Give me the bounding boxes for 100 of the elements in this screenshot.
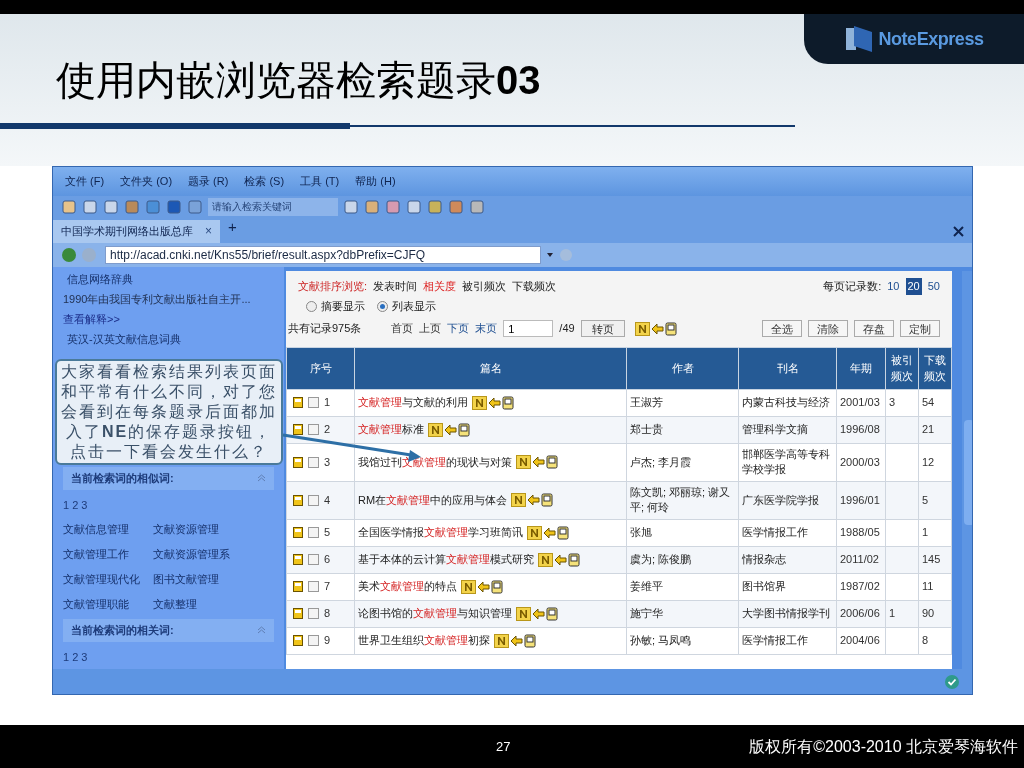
row-number: 6 [324,552,331,568]
pager-link[interactable]: 末页 [475,320,498,337]
arrow-left-icon[interactable] [532,607,545,620]
menu-item[interactable]: 工具 (T) [300,173,340,190]
term-link[interactable]: 文献资源管理系 [153,541,274,567]
ne-icon[interactable] [634,321,650,336]
dictionary-link[interactable]: 信息网络辞典 [63,268,274,289]
save-icon[interactable] [524,633,536,648]
arrow-left-icon[interactable] [650,322,664,335]
action-button[interactable]: 存盘 [854,320,894,338]
save-icon[interactable] [664,321,677,336]
column-header[interactable]: 下载频次 [918,347,952,390]
term-link[interactable]: 文献管理职能 [63,591,153,617]
row-checkbox[interactable] [308,554,319,566]
radio-button[interactable] [306,301,317,313]
section-header[interactable]: 当前检索词的相似词: [63,466,274,490]
pager-link[interactable]: 下页 [447,320,470,337]
search-field[interactable]: 请输入检索关键词 [208,197,338,216]
column-header[interactable]: 序号 [286,347,355,390]
close-icon[interactable] [953,225,964,237]
save-icon[interactable] [546,606,558,621]
action-button[interactable]: 定制 [900,320,940,338]
menu-item[interactable]: 文件 (F) [65,173,105,190]
ne-icon[interactable] [494,633,509,648]
arrow-left-icon[interactable] [527,494,541,507]
per-page-option[interactable]: 50 [927,278,940,295]
term-link[interactable]: 图书文献管理 [153,566,274,592]
logo-text: NoteExpress [878,27,984,51]
row-number: 7 [324,579,331,595]
ne-icon[interactable] [538,552,553,567]
ne-icon[interactable] [511,493,527,508]
save-icon[interactable] [568,552,580,567]
issue-cell: 2011/02 [840,553,879,566]
title-link[interactable]: 文献管理标准 [358,421,424,438]
sort-option[interactable]: 被引频次 [462,278,507,295]
menu-item[interactable]: 检索 (S) [244,173,285,190]
arrow-left-icon[interactable] [543,526,556,539]
save-icon[interactable] [541,493,554,508]
save-icon[interactable] [546,455,558,470]
scrollbar[interactable] [962,270,972,670]
per-page-option[interactable]: 10 [887,278,900,295]
column-header[interactable]: 作者 [626,347,739,390]
close-tab-button[interactable]: × [205,222,212,241]
arrow-left-icon[interactable] [554,553,567,566]
new-tab-button[interactable]: + [228,216,237,239]
sort-option[interactable]: 发表时间 [373,278,418,295]
action-button[interactable]: 全选 [762,320,802,338]
menu-item[interactable]: 文件夹 (O) [120,173,173,190]
ne-icon[interactable] [516,606,531,621]
ne-icon[interactable] [527,525,542,540]
column-header[interactable]: 年期 [836,347,886,390]
page-links[interactable]: 1 2 3 [63,644,274,669]
page-links[interactable]: 1 2 3 [63,492,274,517]
radio-button[interactable] [377,301,388,313]
menu-item[interactable]: 帮助 (H) [355,173,396,190]
arrow-left-icon[interactable] [510,634,523,647]
term-link[interactable]: 文献整理 [153,591,274,617]
address-field[interactable]: http://acad.cnki.net/Kns55/brief/result.aspx?dbPrefix=CJFQ [105,245,541,264]
row-checkbox[interactable] [308,581,319,593]
term-link[interactable]: 文献信息管理 [63,516,153,542]
row-checkbox[interactable] [308,608,319,620]
browser-tab[interactable]: 中国学术期刊网络出版总库 × [53,219,220,243]
row-number: 1 [324,395,331,411]
column-header[interactable]: 被引频次 [885,347,919,390]
download-count: 12 [922,455,935,468]
term-link[interactable]: 文献管理现代化 [63,566,153,592]
row-checkbox[interactable] [308,494,319,506]
arrow-left-icon[interactable] [477,580,490,593]
row-checkbox[interactable] [308,635,319,647]
arrow-left-icon[interactable] [444,423,457,436]
ne-icon[interactable] [472,395,487,410]
row-checkbox[interactable] [308,527,319,539]
action-button[interactable]: 清除 [808,320,848,338]
dictionary-link[interactable]: 英汉-汉英文献信息词典 [63,328,274,349]
column-header[interactable]: 刊名 [738,347,837,390]
issue-cell: 1996/08 [840,423,880,436]
per-page-option[interactable]: 20 [905,278,922,295]
save-icon[interactable] [458,422,470,437]
row-checkbox[interactable] [308,397,319,409]
row-checkbox[interactable] [308,456,319,468]
save-icon[interactable] [502,395,514,410]
term-link[interactable]: 文献管理工作 [63,541,153,567]
section-header[interactable]: 当前检索词的相关词: [63,618,274,642]
explain-link[interactable]: 查看解释>> [63,308,274,329]
ne-icon[interactable] [516,455,531,470]
save-icon[interactable] [557,525,569,540]
sort-option[interactable]: 相关度 [423,278,457,295]
sort-option[interactable]: 下载频次 [512,278,557,295]
save-icon[interactable] [491,579,503,594]
ne-icon[interactable] [461,579,476,594]
ne-icon[interactable] [428,422,443,437]
menu-item[interactable]: 题录 (R) [188,173,229,190]
arrow-left-icon[interactable] [488,396,501,409]
cited-count: 3 [889,396,896,409]
go-page-button[interactable]: 转页 [580,320,625,338]
term-link[interactable]: 文献资源管理 [153,516,274,542]
arrow-left-icon[interactable] [532,456,545,469]
column-header[interactable]: 篇名 [354,347,627,390]
page-field[interactable]: 1 [503,320,554,338]
row-checkbox[interactable] [308,424,319,436]
